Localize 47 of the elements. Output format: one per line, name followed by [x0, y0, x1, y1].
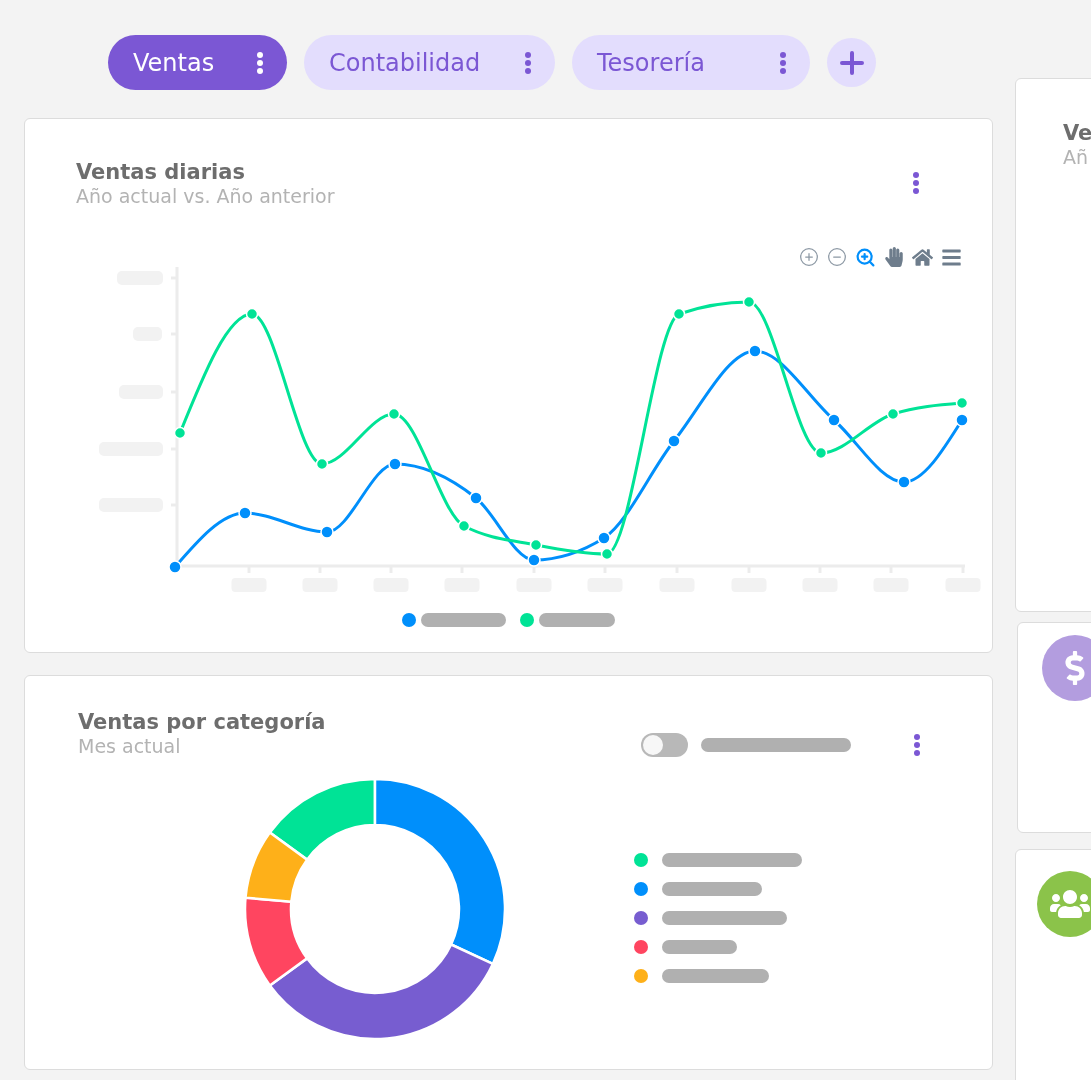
kebab-menu-icon[interactable]: [525, 51, 531, 74]
data-point: [387, 407, 401, 421]
data-point: [672, 307, 686, 321]
kebab-menu-icon[interactable]: [914, 734, 920, 756]
data-point: [897, 475, 911, 489]
card-title: Ventas por categoría: [78, 709, 326, 735]
data-point: [238, 506, 252, 520]
card-subtitle: Añ: [1063, 146, 1090, 168]
data-point: [667, 434, 681, 448]
data-point: [827, 413, 841, 427]
tab[interactable]: Tesorería: [572, 35, 810, 90]
data-point: [168, 560, 182, 574]
data-point: [955, 396, 969, 410]
data-point: [742, 295, 756, 309]
menu-icon[interactable]: [941, 246, 962, 268]
plus-icon: [839, 50, 864, 75]
data-point: [173, 426, 187, 440]
data-point: [748, 344, 762, 358]
toggle-switch[interactable]: [641, 733, 688, 757]
data-point: [388, 457, 402, 471]
data-point: [597, 531, 611, 545]
card-title: Ventas diarias: [76, 159, 245, 185]
tab[interactable]: Contabilidad: [304, 35, 555, 90]
tab[interactable]: Ventas: [108, 35, 287, 90]
data-point: [527, 553, 541, 567]
magnifier-plus-icon[interactable]: [855, 246, 876, 268]
kebab-menu-icon[interactable]: [780, 51, 786, 74]
hand-icon[interactable]: [884, 247, 904, 267]
data-point: [886, 407, 900, 421]
kebab-menu-icon[interactable]: [913, 172, 919, 194]
data-point: [320, 525, 334, 539]
kebab-menu-icon[interactable]: [257, 51, 263, 74]
card-subtitle: Mes actual: [78, 735, 181, 757]
home-icon[interactable]: [912, 246, 933, 268]
data-point: [315, 457, 329, 471]
data-point: [469, 491, 483, 505]
data-point: [245, 307, 259, 321]
zoom-out-icon[interactable]: [827, 247, 847, 267]
card-title: Ve: [1063, 120, 1091, 146]
card-subtitle: Año actual vs. Año anterior: [76, 185, 335, 207]
data-point: [814, 446, 828, 460]
data-point: [457, 519, 471, 533]
data-point: [529, 538, 543, 552]
data-point: [955, 413, 969, 427]
add-tab-button[interactable]: [827, 38, 876, 87]
data-point: [600, 547, 614, 561]
zoom-in-icon[interactable]: [799, 247, 819, 267]
